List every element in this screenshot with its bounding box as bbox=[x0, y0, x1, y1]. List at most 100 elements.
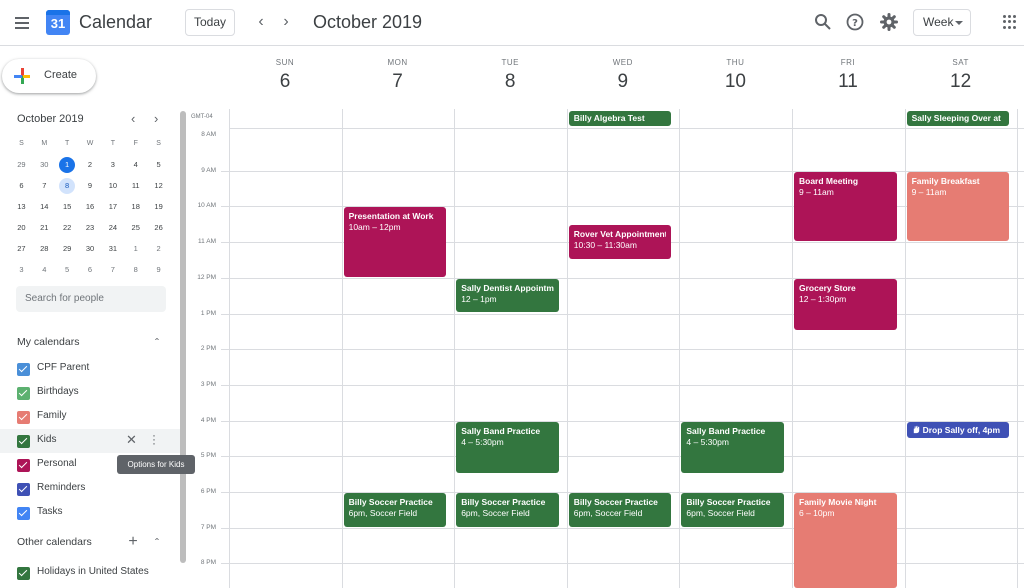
day-number[interactable]: 12 bbox=[905, 71, 1017, 93]
mini-day[interactable]: 18 bbox=[124, 196, 147, 217]
mini-day[interactable]: 31 bbox=[101, 238, 124, 259]
calendar-event[interactable]: Drop Sally off, 4pm bbox=[906, 421, 1010, 438]
mini-day[interactable]: 3 bbox=[101, 154, 124, 175]
mini-day[interactable]: 9 bbox=[79, 175, 102, 196]
day-header[interactable]: THU 10 bbox=[679, 58, 791, 93]
calendar-checkbox[interactable] bbox=[17, 411, 30, 424]
mini-day[interactable]: 9 bbox=[147, 259, 170, 280]
mini-day[interactable]: 7 bbox=[101, 259, 124, 280]
my-calendars-title[interactable]: My calendars bbox=[17, 336, 79, 348]
mini-day[interactable]: 15 bbox=[56, 196, 79, 217]
prev-week-icon[interactable]: ‹ bbox=[252, 13, 270, 31]
create-button[interactable]: Create bbox=[2, 59, 96, 93]
day-header[interactable]: SUN 6 bbox=[229, 58, 341, 93]
calendar-item[interactable]: CPF Parent bbox=[0, 357, 180, 381]
more-options-icon[interactable]: · · · bbox=[152, 429, 158, 449]
calendar-logo-icon[interactable]: 31 bbox=[46, 10, 70, 35]
mini-day[interactable]: 27 bbox=[10, 238, 33, 259]
day-number[interactable]: 11 bbox=[792, 71, 904, 93]
calendar-item[interactable]: Tasks bbox=[0, 501, 180, 525]
mini-day[interactable]: 24 bbox=[101, 217, 124, 238]
calendar-event[interactable]: Billy Soccer Practice 6pm, Soccer Field bbox=[568, 493, 672, 527]
calendar-event[interactable]: Billy Soccer Practice 6pm, Soccer Field bbox=[456, 493, 559, 527]
mini-day[interactable]: 8 bbox=[56, 175, 79, 196]
search-people-input[interactable]: Search for people bbox=[16, 286, 166, 312]
view-selector[interactable]: Week bbox=[913, 9, 971, 36]
mini-day[interactable]: 14 bbox=[33, 196, 56, 217]
mini-day[interactable]: 30 bbox=[79, 238, 102, 259]
gear-icon[interactable] bbox=[879, 12, 899, 32]
day-header[interactable]: MON 7 bbox=[342, 58, 454, 93]
mini-day[interactable]: 1 bbox=[124, 238, 147, 259]
mini-day[interactable]: 22 bbox=[56, 217, 79, 238]
day-number[interactable]: 8 bbox=[454, 71, 566, 93]
day-number[interactable]: 10 bbox=[679, 71, 791, 93]
mini-day[interactable]: 30 bbox=[33, 154, 56, 175]
calendar-item[interactable]: Kids ✕ · · · bbox=[0, 429, 180, 453]
day-header[interactable]: WED 9 bbox=[567, 58, 679, 93]
day-header[interactable]: TUE 8 bbox=[454, 58, 566, 93]
calendar-event[interactable]: Sally Band Practice 4 – 5:30pm bbox=[681, 421, 784, 474]
mini-day[interactable]: 6 bbox=[79, 259, 102, 280]
calendar-event[interactable]: Family Movie Night 6 – 10pm bbox=[794, 493, 897, 588]
calendar-checkbox[interactable] bbox=[17, 507, 30, 520]
main-menu-icon[interactable] bbox=[10, 11, 34, 35]
other-calendars-title[interactable]: Other calendars bbox=[17, 536, 92, 548]
calendar-checkbox[interactable] bbox=[17, 435, 30, 448]
help-icon[interactable]: ? bbox=[845, 12, 865, 32]
mini-day[interactable]: 4 bbox=[124, 154, 147, 175]
app-title[interactable]: Calendar bbox=[79, 12, 152, 33]
calendar-event[interactable]: Sally Sleeping Over at bbox=[906, 111, 1010, 126]
calendar-event[interactable]: Billy Soccer Practice 6pm, Soccer Field bbox=[681, 493, 784, 527]
mini-prev-icon[interactable]: ‹ bbox=[131, 111, 135, 126]
day-number[interactable]: 6 bbox=[229, 71, 341, 93]
calendar-checkbox[interactable] bbox=[17, 363, 30, 376]
calendar-item[interactable]: Family bbox=[0, 405, 180, 429]
mini-day[interactable]: 12 bbox=[147, 175, 170, 196]
next-week-icon[interactable]: › bbox=[277, 13, 295, 31]
day-header[interactable]: FRI 11 bbox=[792, 58, 904, 93]
mini-day[interactable]: 17 bbox=[101, 196, 124, 217]
calendar-checkbox[interactable] bbox=[17, 459, 30, 472]
chevron-up-icon[interactable]: ˆ bbox=[150, 336, 164, 350]
add-calendar-icon[interactable]: + bbox=[126, 533, 140, 551]
mini-day[interactable]: 13 bbox=[10, 196, 33, 217]
mini-day[interactable]: 6 bbox=[10, 175, 33, 196]
mini-day[interactable]: 16 bbox=[79, 196, 102, 217]
mini-day[interactable]: 2 bbox=[79, 154, 102, 175]
today-button[interactable]: Today bbox=[185, 9, 235, 36]
mini-day[interactable]: 23 bbox=[79, 217, 102, 238]
calendar-item[interactable]: Birthdays bbox=[0, 381, 180, 405]
mini-day[interactable]: 21 bbox=[33, 217, 56, 238]
close-icon[interactable]: ✕ bbox=[126, 432, 137, 448]
calendar-event[interactable]: Billy Algebra Test bbox=[568, 111, 672, 126]
mini-day[interactable]: 5 bbox=[56, 259, 79, 280]
calendar-event[interactable]: Rover Vet Appointment 10:30 – 11:30am bbox=[568, 225, 672, 259]
day-header[interactable]: SAT 12 bbox=[905, 58, 1017, 93]
mini-day[interactable]: 19 bbox=[147, 196, 170, 217]
calendar-event[interactable]: Presentation at Work 10am – 12pm bbox=[343, 207, 447, 277]
day-number[interactable]: 7 bbox=[342, 71, 454, 93]
mini-next-icon[interactable]: › bbox=[154, 111, 158, 126]
mini-day[interactable]: 4 bbox=[33, 259, 56, 280]
mini-day[interactable]: 29 bbox=[10, 154, 33, 175]
calendar-item[interactable]: Holidays in United States bbox=[0, 561, 180, 585]
mini-day[interactable]: 26 bbox=[147, 217, 170, 238]
mini-day[interactable]: 7 bbox=[33, 175, 56, 196]
calendar-event[interactable]: Grocery Store 12 – 1:30pm bbox=[794, 278, 897, 331]
calendar-event[interactable]: Billy Soccer Practice 6pm, Soccer Field bbox=[343, 493, 447, 527]
mini-day[interactable]: 8 bbox=[124, 259, 147, 280]
mini-day[interactable]: 10 bbox=[101, 175, 124, 196]
mini-day[interactable]: 3 bbox=[10, 259, 33, 280]
mini-day[interactable]: 20 bbox=[10, 217, 33, 238]
calendar-event[interactable]: Sally Dentist Appointment12 – 1pm bbox=[456, 278, 559, 313]
sidebar-scrollbar[interactable] bbox=[180, 111, 186, 563]
calendar-item[interactable]: Reminders bbox=[0, 477, 180, 501]
mini-day[interactable]: 29 bbox=[56, 238, 79, 259]
calendar-event[interactable]: Board Meeting 9 – 11am bbox=[794, 171, 897, 242]
mini-day[interactable]: 11 bbox=[124, 175, 147, 196]
apps-grid-icon[interactable] bbox=[1003, 15, 1017, 29]
mini-day[interactable]: 5 bbox=[147, 154, 170, 175]
mini-day[interactable]: 25 bbox=[124, 217, 147, 238]
calendar-checkbox[interactable] bbox=[17, 387, 30, 400]
